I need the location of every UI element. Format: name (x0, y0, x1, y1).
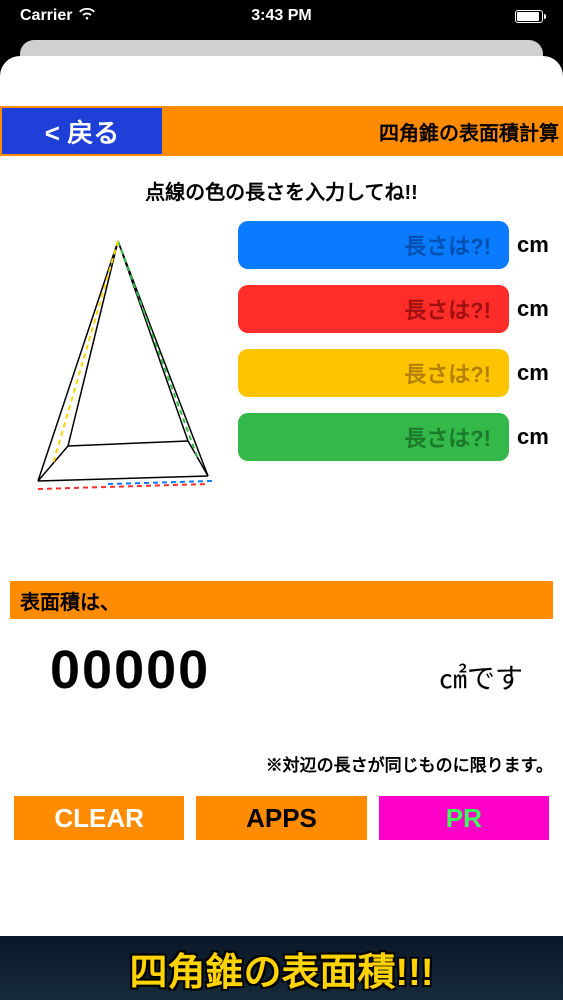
footnote: ※対辺の長さが同じものに限ります。 (0, 751, 563, 776)
input-row-green: 長さは?! cm (238, 413, 555, 461)
input-row-red: 長さは?! cm (238, 285, 555, 333)
yellow-length-input[interactable]: 長さは?! (238, 349, 509, 397)
pyramid-diagram (8, 221, 228, 511)
clock: 3:43 PM (251, 7, 311, 25)
instruction-text: 点線の色の長さを入力してね!! (0, 176, 563, 205)
input-list: 長さは?! cm 長さは?! cm 長さは?! cm 長さは?! cm (228, 221, 555, 511)
result-row: 00000 ㎠です (0, 619, 563, 701)
clear-button[interactable]: CLEAR (14, 796, 184, 840)
input-row-blue: 長さは?! cm (238, 221, 555, 269)
result-value: 00000 (50, 639, 210, 701)
back-button[interactable]: < 戻る (2, 108, 162, 154)
app-container: < 戻る 四角錐の表面積計算 点線の色の長さを入力してね!! 長さ (0, 56, 563, 1000)
unit-label: cm (517, 424, 555, 450)
page-title: 四角錐の表面積計算 (164, 106, 563, 156)
status-bar: Carrier 3:43 PM (0, 0, 563, 32)
wifi-icon (78, 7, 96, 25)
top-bar: < 戻る 四角錐の表面積計算 (0, 106, 563, 156)
unit-label: cm (517, 296, 555, 322)
pr-button[interactable]: PR (379, 796, 549, 840)
input-row-yellow: 長さは?! cm (238, 349, 555, 397)
unit-label: cm (517, 360, 555, 386)
blue-length-input[interactable]: 長さは?! (238, 221, 509, 269)
red-length-input[interactable]: 長さは?! (238, 285, 509, 333)
apps-button[interactable]: APPS (196, 796, 366, 840)
unit-label: cm (517, 232, 555, 258)
carrier-label: Carrier (20, 7, 72, 25)
ad-banner[interactable]: 四角錐の表面積!!! (0, 936, 563, 1000)
green-length-input[interactable]: 長さは?! (238, 413, 509, 461)
button-row: CLEAR APPS PR (0, 786, 563, 850)
result-label: 表面積は、 (10, 581, 553, 619)
battery-icon (515, 10, 543, 23)
result-unit: ㎠です (439, 657, 523, 697)
